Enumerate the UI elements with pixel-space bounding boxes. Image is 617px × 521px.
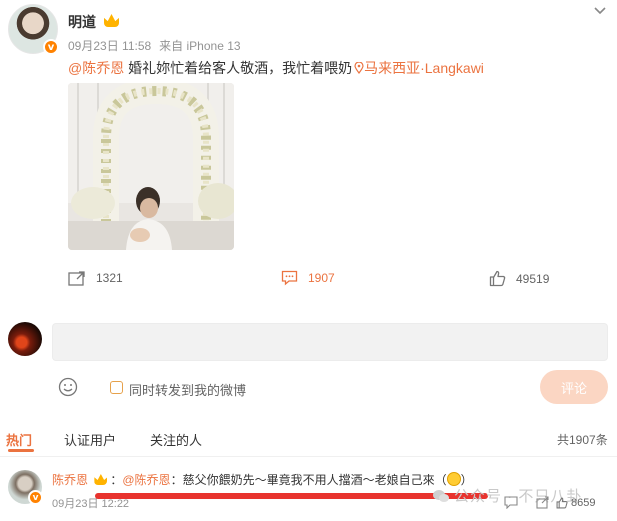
forward-checkbox[interactable] — [110, 381, 123, 394]
commenter-verified-icon: v — [28, 490, 43, 505]
comment-like-button[interactable]: 8659 — [556, 497, 595, 509]
active-tab-indicator — [8, 449, 34, 452]
comment-button[interactable]: 1907 — [281, 270, 335, 286]
comment-icon — [281, 270, 298, 286]
comment-thumbs-up-icon — [556, 497, 568, 509]
post-text: @陈乔恩 婚礼妳忙着给客人敬酒，我忙着喂奶 马来西亚·Langkawi — [68, 58, 484, 78]
post-meta: 09月23日 11:58 来自 iPhone 13 — [68, 37, 249, 54]
forward-label: 同时转发到我的微博 — [129, 383, 247, 398]
wedding-photo-image — [68, 83, 234, 250]
comment-input[interactable] — [52, 323, 608, 361]
comment-count: 1907 — [308, 271, 335, 285]
comment-mention-link[interactable]: @陈乔恩 — [122, 473, 170, 487]
highlight-underline — [95, 493, 488, 499]
tab-verified-users[interactable]: 认证用户 — [64, 430, 116, 449]
like-count: 49519 — [516, 271, 550, 286]
verified-badge-icon: v — [43, 39, 59, 55]
like-button[interactable]: 49519 — [489, 270, 549, 287]
comment-repost-icon[interactable] — [536, 496, 550, 509]
repost-icon — [68, 271, 85, 286]
post-date[interactable]: 09月23日 11:58 — [68, 39, 151, 53]
repost-count: 1321 — [96, 271, 123, 285]
comment-like-count: 8659 — [571, 497, 596, 509]
emoji-smile-icon[interactable] — [58, 377, 78, 397]
thumbs-up-icon — [489, 270, 506, 287]
comment-text: 陈乔恩 ：@陈乔恩：慈父你餵奶先～畢竟我不用人擋酒～老娘自己來（） — [52, 471, 473, 488]
post-photo[interactable] — [68, 83, 234, 250]
surprised-emoji-icon — [446, 472, 461, 486]
current-user-avatar — [8, 322, 42, 356]
post-source: 来自 iPhone 13 — [159, 39, 241, 53]
location-pin-icon — [354, 62, 364, 74]
comment-separator: ： — [110, 473, 123, 487]
author-name[interactable]: 明道 — [68, 12, 96, 32]
wechat-icon — [433, 489, 449, 502]
reply-icon[interactable] — [504, 496, 518, 509]
vip-crown-icon — [104, 14, 119, 27]
total-comment-count: 共1907条 — [557, 433, 608, 447]
chevron-down-icon[interactable] — [593, 4, 607, 18]
commenter-crown-icon — [94, 474, 108, 485]
comment-body: ：慈父你餵奶先～畢竟我不用人擋酒～老娘自己來（ — [170, 473, 447, 487]
repost-button[interactable]: 1321 — [68, 270, 123, 286]
tab-following[interactable]: 关注的人 — [150, 430, 202, 449]
mention-link[interactable]: @陈乔恩 — [68, 60, 124, 76]
tab-hot[interactable]: 热门 — [6, 430, 32, 449]
location-link[interactable]: 马来西亚·Langkawi — [364, 60, 484, 76]
post-body: 婚礼妳忙着给客人敬酒，我忙着喂奶 — [124, 60, 353, 76]
submit-comment-button[interactable]: 评论 — [540, 370, 608, 404]
divider — [0, 456, 617, 457]
commenter-name[interactable]: 陈乔恩 — [52, 473, 88, 487]
